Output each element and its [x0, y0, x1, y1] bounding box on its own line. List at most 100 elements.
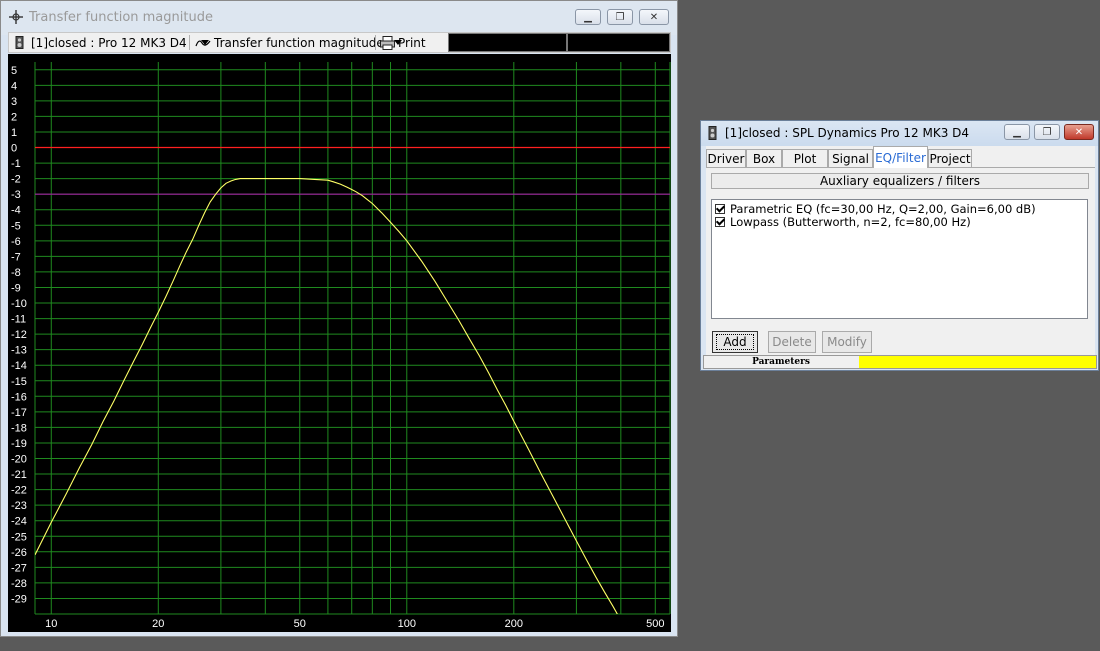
tab-strip: Driver Box Plot Signal EQ/Filter Project	[706, 146, 1095, 168]
minimize-button[interactable]: ▁	[575, 9, 601, 25]
y-tick-label: -17	[11, 407, 27, 419]
restore-icon: ❐	[615, 11, 625, 23]
list-item[interactable]: Lowpass (Butterworth, n=2, fc=80,00 Hz)	[715, 214, 971, 229]
y-tick-label: -26	[11, 547, 27, 559]
filter-label: Lowpass (Butterworth, n=2, fc=80,00 Hz)	[730, 214, 971, 229]
y-tick-label: -13	[11, 345, 27, 357]
close-button[interactable]: ✕	[639, 9, 669, 25]
toolbar-divider	[375, 35, 376, 50]
eq-filter-page: Auxliary equalizers / filters Parametric…	[706, 167, 1095, 366]
toolbar-divider	[189, 35, 190, 50]
crosshair-icon	[9, 10, 23, 24]
y-tick-label: -16	[11, 391, 27, 403]
y-tick-label: 4	[11, 80, 17, 92]
y-tick-label: -5	[11, 220, 21, 232]
delete-button[interactable]: Delete	[768, 331, 816, 353]
status-label: Parameters	[752, 357, 810, 367]
y-tick-label: -12	[11, 329, 27, 341]
x-tick-label: 10	[45, 618, 57, 630]
tab-project[interactable]: Project	[928, 149, 972, 167]
list-item[interactable]: Parametric EQ (fc=30,00 Hz, Q=2,00, Gain…	[715, 201, 1036, 216]
y-tick-label: -10	[11, 298, 27, 310]
tab-box[interactable]: Box	[746, 149, 782, 167]
x-tick-label: 100	[398, 618, 416, 630]
chart-canvas[interactable]: 543210-1-2-3-4-5-6-7-8-9-10-11-12-13-14-…	[8, 54, 671, 632]
readout-field-1	[448, 33, 567, 52]
y-tick-label: -29	[11, 593, 27, 605]
plot-window-title: Transfer function magnitude	[29, 10, 213, 25]
project-properties-window: [1]closed : SPL Dynamics Pro 12 MK3 D4 ▁…	[700, 120, 1099, 371]
maximize-button[interactable]: ❐	[1034, 124, 1060, 140]
project-select[interactable]: [1]closed : Pro 12 MK3 D4	[15, 33, 209, 52]
tab-eq-filter[interactable]: EQ/Filter	[873, 146, 928, 168]
y-tick-label: -6	[11, 236, 21, 248]
y-tick-label: -9	[11, 282, 21, 294]
properties-panel: Driver Box Plot Signal EQ/Filter Project…	[706, 146, 1095, 367]
x-tick-label: 500	[646, 618, 664, 630]
aux-equalizers-header[interactable]: Auxliary equalizers / filters	[711, 173, 1089, 189]
y-tick-label: -11	[11, 314, 26, 326]
magnitude-curve	[35, 178, 618, 614]
x-tick-label: 20	[152, 618, 164, 630]
restore-icon: ❐	[1042, 126, 1052, 138]
status-indicator	[859, 356, 1096, 368]
y-tick-label: -25	[11, 531, 27, 543]
status-bar: Parameters	[703, 355, 1097, 369]
y-tick-label: -28	[11, 578, 27, 590]
curve-select[interactable]: Transfer function magnitude	[195, 33, 402, 52]
y-tick-label: -18	[11, 422, 27, 434]
close-icon: ✕	[1074, 126, 1084, 138]
y-tick-label: -2	[11, 174, 21, 186]
y-tick-label: 0	[11, 143, 17, 155]
y-tick-label: -14	[11, 360, 27, 372]
printer-icon	[380, 35, 395, 50]
minimize-icon: ▁	[584, 11, 592, 23]
y-tick-label: -7	[11, 251, 21, 263]
tab-plot[interactable]: Plot	[782, 149, 828, 167]
y-tick-label: 1	[11, 127, 17, 139]
y-tick-label: -8	[11, 267, 21, 279]
y-tick-label: -22	[11, 485, 27, 497]
plot-toolbar: [1]closed : Pro 12 MK3 D4 Transfer funct…	[8, 32, 671, 53]
curve-select-value: Transfer function magnitude	[214, 35, 384, 50]
filter-checkbox[interactable]	[715, 203, 725, 214]
plot-window-titlebar[interactable]: Transfer function magnitude ▁ ❐ ✕	[1, 1, 677, 35]
filter-list[interactable]: Parametric EQ (fc=30,00 Hz, Q=2,00, Gain…	[711, 199, 1088, 319]
print-label: Print	[398, 35, 426, 50]
tab-driver[interactable]: Driver	[706, 149, 746, 167]
transfer-function-chart[interactable]: 5 4 3 2 1 0 -1 -2 -3 -4 -5 -6 -7 -8 -9 -10 -11 -12 -13 -14-…	[8, 54, 671, 632]
y-tick-label: -20	[11, 454, 27, 466]
project-select-value: [1]closed : Pro 12 MK3 D4	[31, 35, 187, 50]
x-tick-label: 200	[505, 618, 523, 630]
y-tick-label: -24	[11, 516, 27, 528]
filter-label: Parametric EQ (fc=30,00 Hz, Q=2,00, Gain…	[730, 201, 1036, 216]
speaker-box-icon	[708, 126, 717, 140]
minimize-button[interactable]: ▁	[1004, 124, 1030, 140]
modify-button[interactable]: Modify	[822, 331, 872, 353]
maximize-button[interactable]: ❐	[607, 9, 633, 25]
y-tick-label: -19	[11, 438, 27, 450]
add-button[interactable]: Add	[712, 331, 758, 353]
x-tick-label: 50	[294, 618, 306, 630]
add-button-label: Add	[716, 334, 754, 350]
y-tick-label: 2	[11, 111, 17, 123]
y-tick-label: -4	[11, 205, 21, 217]
waveform-icon	[195, 39, 211, 46]
speaker-box-icon	[15, 36, 24, 49]
y-tick-label: -23	[11, 500, 27, 512]
y-tick-label: -1	[11, 158, 21, 170]
close-button[interactable]: ✕	[1064, 124, 1094, 140]
readout-field-2	[567, 33, 670, 52]
properties-titlebar[interactable]: [1]closed : SPL Dynamics Pro 12 MK3 D4 ▁…	[701, 121, 1098, 146]
y-tick-label: 5	[11, 65, 17, 77]
print-button[interactable]: Print	[380, 33, 426, 52]
filter-checkbox[interactable]	[715, 216, 725, 227]
y-tick-label: -15	[11, 376, 27, 388]
y-tick-label: -21	[11, 469, 27, 481]
y-tick-label: 3	[11, 96, 17, 108]
plot-window: Transfer function magnitude ▁ ❐ ✕ [1]clo…	[0, 0, 678, 637]
properties-title: [1]closed : SPL Dynamics Pro 12 MK3 D4	[725, 126, 970, 140]
y-tick-label: -3	[11, 189, 21, 201]
tab-signal[interactable]: Signal	[828, 149, 873, 167]
minimize-icon: ▁	[1013, 126, 1021, 138]
